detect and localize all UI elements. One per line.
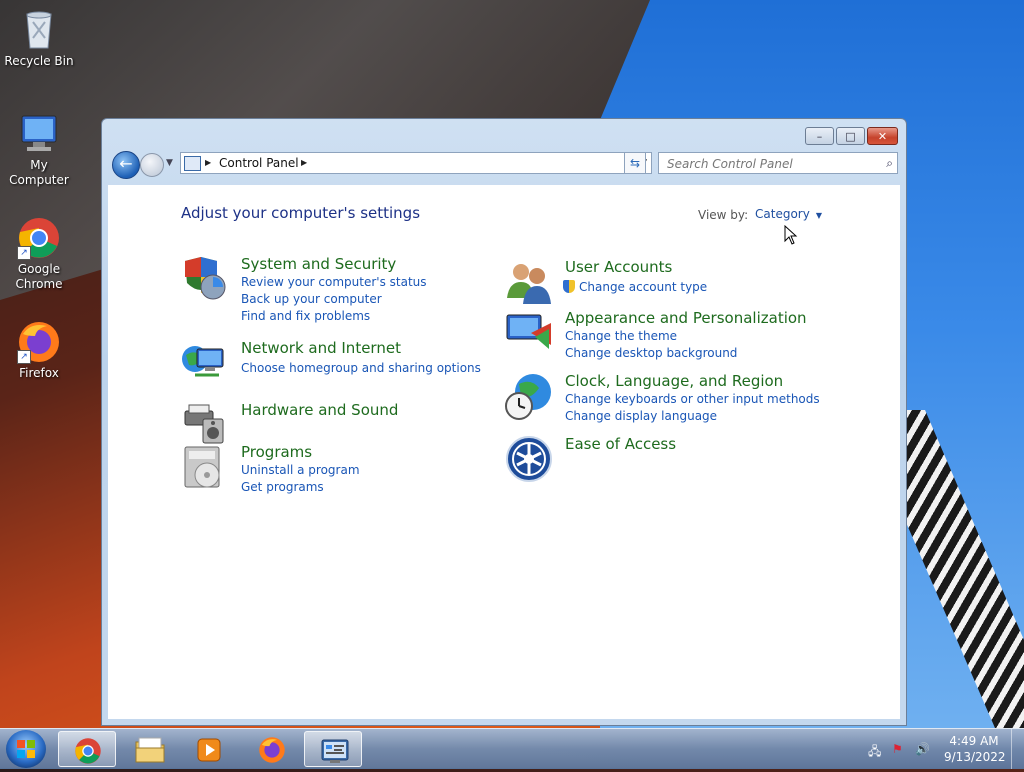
desktop-icon-label: Google Chrome [15, 262, 63, 291]
link-change-theme[interactable]: Change the theme [565, 329, 677, 343]
link-homegroup-sharing[interactable]: Choose homegroup and sharing options [241, 361, 481, 375]
taskbar-file-explorer[interactable] [120, 731, 178, 767]
appearance-icon[interactable] [505, 309, 553, 357]
link-change-display-language[interactable]: Change display language [565, 409, 717, 423]
navigation-bar: ← ▼ ▶ Control Panel ▶ ▼ ⇆ ⌕ [110, 150, 898, 179]
clock-time[interactable]: 4:49 AM [944, 734, 1004, 748]
programs-icon[interactable] [181, 443, 229, 491]
network-internet-icon[interactable] [181, 339, 229, 387]
category-title[interactable]: Programs [241, 443, 312, 461]
view-by-label: View by: [698, 208, 749, 222]
control-panel-icon [320, 737, 349, 763]
desktop-icon-my-computer[interactable]: My Computer [1, 112, 77, 188]
breadcrumb-arrow-icon[interactable]: ▶ [301, 153, 307, 173]
action-center-flag-icon[interactable]: ⚑ [892, 742, 907, 756]
desktop-icon-label: My Computer [9, 158, 69, 187]
taskbar-chrome[interactable] [58, 731, 116, 767]
search-input[interactable] [665, 154, 879, 174]
forward-button[interactable] [140, 153, 164, 177]
taskbar: 🖧 ⚑ 🔊 4:49 AM 9/13/2022 [0, 728, 1024, 769]
content-pane: Adjust your computer's settings View by:… [108, 185, 900, 719]
desktop-icon-firefox[interactable]: ↗ Firefox [1, 320, 77, 381]
category-title[interactable]: Hardware and Sound [241, 401, 398, 419]
search-box[interactable]: ⌕ [658, 152, 898, 174]
address-bar[interactable]: ▶ Control Panel ▶ ▼ [180, 152, 652, 174]
link-label: Change account type [579, 280, 708, 294]
desktop-icon-recycle-bin[interactable]: Recycle Bin [1, 8, 77, 69]
uac-shield-icon [563, 280, 575, 293]
desktop-icon-label: Firefox [19, 366, 59, 380]
chrome-icon [74, 737, 102, 764]
mouse-cursor-icon [784, 224, 798, 245]
refresh-button[interactable]: ⇆ [624, 152, 646, 174]
user-accounts-icon[interactable] [505, 258, 553, 306]
start-button[interactable] [6, 730, 46, 768]
media-player-icon [195, 736, 223, 762]
desktop-icon-google-chrome[interactable]: ↗ Google Chrome [1, 216, 77, 292]
link-get-programs[interactable]: Get programs [241, 480, 324, 494]
link-find-fix-problems[interactable]: Find and fix problems [241, 309, 370, 323]
category-title[interactable]: System and Security [241, 255, 396, 273]
category-title[interactable]: Ease of Access [565, 435, 676, 453]
category-title[interactable]: Appearance and Personalization [565, 309, 807, 327]
category-title[interactable]: User Accounts [565, 258, 672, 276]
view-by-dropdown[interactable]: Category ▼ [745, 202, 827, 226]
search-icon[interactable]: ⌕ [886, 156, 893, 171]
link-review-status[interactable]: Review your computer's status [241, 275, 427, 289]
system-tray: 🖧 ⚑ 🔊 4:49 AM 9/13/2022 [862, 729, 1024, 769]
windows-logo-icon [17, 740, 35, 758]
network-icon[interactable]: 🖧 [868, 742, 883, 758]
folder-icon [135, 736, 165, 763]
ease-of-access-icon[interactable] [505, 435, 553, 483]
recycle-bin-icon [17, 8, 61, 52]
link-change-keyboards[interactable]: Change keyboards or other input methods [565, 392, 820, 406]
refresh-icon: ⇆ [629, 156, 641, 170]
hardware-sound-icon[interactable] [181, 397, 229, 445]
system-security-icon[interactable] [181, 255, 229, 303]
firefox-icon [258, 736, 286, 763]
breadcrumb-control-panel[interactable]: Control Panel [219, 153, 299, 173]
chrome-icon: ↗ [17, 216, 61, 260]
firefox-icon: ↗ [17, 320, 61, 364]
link-back-up-computer[interactable]: Back up your computer [241, 292, 382, 306]
link-change-account-type[interactable]: Change account type [563, 280, 707, 294]
show-desktop-button[interactable] [1011, 729, 1024, 769]
view-by-value: Category [755, 207, 810, 221]
computer-icon [17, 112, 61, 156]
shortcut-arrow-icon: ↗ [17, 246, 31, 260]
category-title[interactable]: Network and Internet [241, 339, 401, 357]
maximize-button[interactable]: □ [836, 127, 865, 145]
minimize-button[interactable]: – [805, 127, 834, 145]
clock-date[interactable]: 9/13/2022 [944, 750, 1006, 764]
clock-language-icon[interactable] [505, 372, 553, 420]
back-arrow-icon: ← [119, 154, 133, 173]
link-uninstall-program[interactable]: Uninstall a program [241, 463, 360, 477]
shortcut-arrow-icon: ↗ [17, 350, 31, 364]
taskbar-firefox[interactable] [243, 731, 301, 767]
back-button[interactable]: ← [112, 151, 140, 179]
category-title[interactable]: Clock, Language, and Region [565, 372, 783, 390]
chevron-down-icon: ▼ [815, 211, 822, 220]
desktop-icon-label: Recycle Bin [4, 54, 74, 68]
recent-pages-button[interactable]: ▼ [166, 158, 173, 168]
taskbar-media-player[interactable] [180, 731, 238, 767]
volume-icon[interactable]: 🔊 [915, 742, 930, 756]
control-panel-window: – □ ✕ ← ▼ ▶ Control Panel ▶ ▼ ⇆ ⌕ Adjust… [101, 118, 907, 726]
breadcrumb-arrow-icon[interactable]: ▶ [205, 153, 211, 173]
link-change-desktop-background[interactable]: Change desktop background [565, 346, 737, 360]
control-panel-icon [184, 156, 201, 171]
caption-buttons: – □ ✕ [803, 127, 898, 145]
taskbar-control-panel[interactable] [304, 731, 362, 767]
page-title: Adjust your computer's settings [181, 204, 421, 222]
close-button[interactable]: ✕ [867, 127, 898, 145]
